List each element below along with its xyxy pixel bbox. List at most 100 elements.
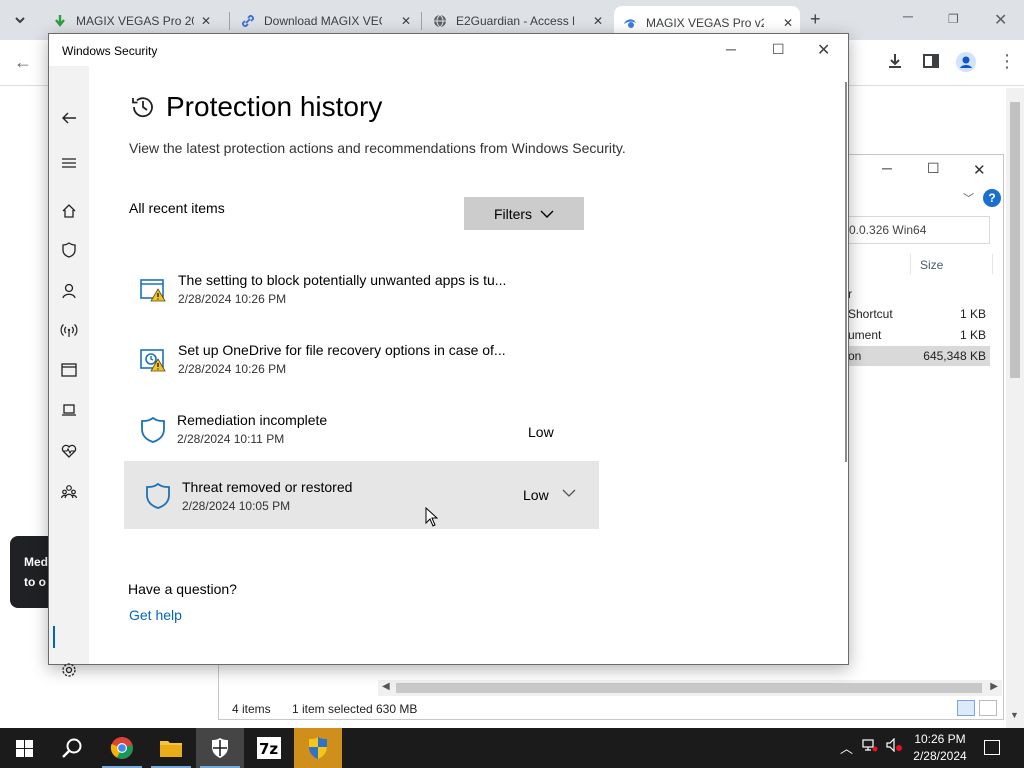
- ws-scrollbar[interactable]: [845, 82, 847, 462]
- browser-tab-3[interactable]: E2Guardian - Access D ✕: [424, 8, 610, 34]
- browser-tab-2[interactable]: Download MAGIX VEG ✕: [232, 8, 418, 34]
- nav-selection-indicator: [53, 626, 55, 648]
- ws-titlebar: Windows Security ─ ☐ ✕: [49, 34, 848, 66]
- windows-security-shield-icon[interactable]: [196, 728, 244, 768]
- browser-close-icon[interactable]: ✕: [994, 10, 1007, 30]
- network-icon[interactable]: [862, 738, 878, 755]
- shield-icon[interactable]: [49, 235, 89, 265]
- page-scrollbar[interactable]: [1006, 88, 1024, 728]
- status-selection: 1 item selected: [292, 702, 373, 716]
- scroll-down-icon[interactable]: ▼: [1010, 710, 1019, 720]
- svg-text:7z: 7z: [259, 740, 278, 758]
- app-browser-icon[interactable]: [49, 355, 89, 385]
- explorer-horizontal-scrollbar[interactable]: ◀ ▶: [378, 680, 1002, 696]
- side-panel-icon[interactable]: [922, 52, 940, 75]
- get-help-link[interactable]: Get help: [129, 607, 182, 623]
- maximize-icon[interactable]: ☐: [772, 41, 785, 58]
- window-title: Windows Security: [62, 44, 158, 58]
- history-item-hovered[interactable]: Threat removed or restored 2/28/2024 10:…: [124, 461, 599, 529]
- back-arrow-icon[interactable]: ←: [14, 52, 32, 73]
- browser-restore-icon[interactable]: ❐: [948, 12, 959, 26]
- close-icon[interactable]: ✕: [398, 14, 414, 28]
- explorer-minimize-icon[interactable]: ─: [882, 160, 892, 176]
- filters-button[interactable]: Filters: [464, 197, 584, 230]
- download-arrow-icon: [52, 13, 68, 29]
- ws-sidebar: [49, 66, 89, 677]
- profile-avatar-icon[interactable]: [956, 52, 976, 77]
- browser-tab-1[interactable]: MAGIX VEGAS Pro 20 ✕: [40, 8, 226, 34]
- chevron-down-icon: [540, 210, 554, 218]
- home-icon[interactable]: [49, 196, 89, 226]
- history-item-date: 2/28/2024 10:26 PM: [178, 292, 287, 306]
- file-explorer-icon[interactable]: [147, 728, 195, 768]
- column-header-size[interactable]: Size: [920, 258, 943, 272]
- back-arrow-icon[interactable]: [49, 103, 89, 133]
- settings-gear-icon[interactable]: [49, 655, 89, 685]
- tray-overflow-chevron-icon[interactable]: ︿: [840, 738, 853, 757]
- chevron-down-icon[interactable]: [562, 488, 576, 498]
- file-row[interactable]: ument 1 KB: [848, 325, 990, 345]
- history-item-date: 2/28/2024 10:11 PM: [177, 432, 285, 446]
- tab-title: E2Guardian - Access D: [456, 14, 574, 28]
- new-tab-button[interactable]: +: [810, 9, 821, 30]
- file-row[interactable]: r: [848, 284, 990, 304]
- scrollbar-thumb[interactable]: [396, 683, 982, 693]
- health-heart-icon[interactable]: [49, 436, 89, 466]
- uac-shield-icon[interactable]: [294, 728, 342, 768]
- history-item-title: Remediation incomplete: [177, 412, 328, 428]
- notification-center-icon[interactable]: [984, 740, 1000, 755]
- family-group-icon[interactable]: [49, 477, 89, 507]
- link-icon: [240, 13, 256, 29]
- question-heading: Have a question?: [128, 581, 237, 597]
- hamburger-menu-icon[interactable]: [49, 148, 89, 178]
- windows-start-icon[interactable]: [0, 728, 48, 768]
- laptop-device-icon[interactable]: [49, 395, 89, 425]
- network-wifi-icon[interactable]: [49, 315, 89, 345]
- minimize-icon[interactable]: ─: [726, 41, 736, 57]
- explorer-close-icon[interactable]: ✕: [973, 161, 986, 179]
- file-row[interactable]: Shortcut 1 KB: [848, 304, 990, 324]
- history-item-title: Set up OneDrive for file recovery option…: [178, 342, 506, 358]
- explorer-status-bar: 4 items 1 item selected 630 MB: [218, 698, 1004, 720]
- history-item[interactable]: Remediation incomplete 2/28/2024 10:11 P…: [124, 396, 599, 464]
- explorer-maximize-icon[interactable]: ☐: [927, 160, 940, 177]
- help-icon[interactable]: ?: [983, 189, 1001, 207]
- history-item-title: Threat removed or restored: [182, 479, 353, 495]
- tab-title: MAGIX VEGAS Pro v20: [646, 16, 764, 30]
- tab-title: Download MAGIX VEG: [264, 14, 382, 28]
- explorer-address-bar[interactable]: 0.0.326 Win64: [848, 216, 990, 244]
- severity-label: Low: [528, 424, 554, 440]
- scroll-left-icon[interactable]: ◀: [382, 681, 390, 692]
- 7zip-icon[interactable]: 7z: [245, 728, 293, 768]
- more-menu-icon[interactable]: ⋮: [998, 51, 1016, 72]
- scrollbar-thumb[interactable]: [1010, 102, 1020, 378]
- close-icon[interactable]: ✕: [198, 14, 214, 28]
- history-item[interactable]: The setting to block potentially unwante…: [124, 256, 599, 324]
- ribbon-expand-chevron-icon[interactable]: ﹀: [963, 190, 974, 206]
- history-item[interactable]: Set up OneDrive for file recovery option…: [124, 326, 599, 394]
- clock-time: 10:26 PM: [914, 732, 966, 746]
- close-icon[interactable]: ✕: [817, 40, 830, 60]
- recent-items-label: All recent items: [129, 200, 225, 216]
- shield-icon: [141, 416, 165, 443]
- tab-title: MAGIX VEGAS Pro 20: [76, 14, 194, 28]
- page-title: Protection history: [166, 91, 383, 122]
- taskbar-clock[interactable]: 10:26 PM 2/28/2024: [908, 731, 972, 765]
- search-icon[interactable]: [48, 728, 96, 768]
- account-person-icon[interactable]: [49, 276, 89, 306]
- details-view-icon[interactable]: [957, 700, 975, 716]
- clock-date: 2/28/2024: [913, 749, 967, 763]
- tab-search-button[interactable]: [8, 8, 32, 32]
- close-icon[interactable]: ✕: [780, 16, 796, 30]
- mouse-cursor-icon: [425, 507, 439, 527]
- scroll-right-icon[interactable]: ▶: [990, 681, 998, 692]
- volume-muted-icon[interactable]: [886, 737, 904, 755]
- status-item-count: 4 items: [232, 702, 271, 716]
- large-icons-view-icon[interactable]: [979, 700, 997, 716]
- file-row-selected[interactable]: on 645,348 KB: [848, 346, 990, 366]
- chrome-icon[interactable]: [98, 728, 146, 768]
- close-icon[interactable]: ✕: [590, 14, 606, 28]
- download-icon[interactable]: [886, 52, 904, 75]
- browser-minimize-icon[interactable]: ─: [903, 8, 913, 24]
- magix-icon: [622, 15, 638, 31]
